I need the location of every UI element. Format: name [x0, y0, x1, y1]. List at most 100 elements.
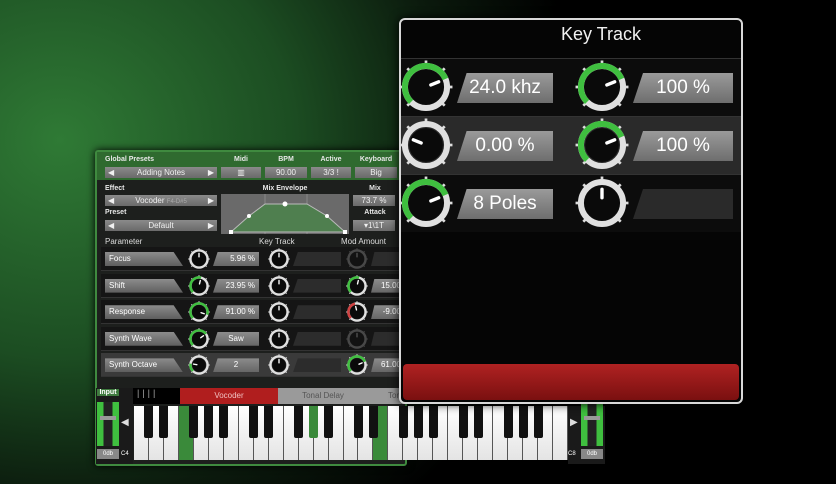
black-key[interactable] [204, 406, 214, 438]
black-key[interactable] [518, 406, 528, 438]
keytrack-right-value[interactable] [633, 189, 733, 219]
black-key[interactable] [264, 406, 274, 438]
keytrack-right-value[interactable]: 100 % [633, 73, 733, 103]
input-db-readout: 0db [97, 449, 119, 459]
global-presets-label: Global Presets [105, 156, 155, 163]
global-preset-value: Adding Notes [136, 168, 186, 177]
param-label: Response [105, 305, 183, 320]
black-key[interactable] [249, 406, 259, 438]
attack-value: 1\1T [368, 221, 385, 230]
effect-label: Effect [105, 185, 125, 192]
input-label: Input [97, 389, 119, 396]
black-key[interactable] [189, 406, 199, 438]
param-label: Focus [105, 252, 183, 266]
output-db-readout: 0db [581, 449, 603, 459]
octave-left-arrow[interactable]: ◀ [121, 417, 129, 428]
param-knob[interactable] [188, 328, 210, 350]
black-key[interactable] [219, 406, 229, 438]
black-key[interactable] [324, 406, 334, 438]
keytrack-left-knob[interactable] [399, 60, 453, 114]
black-key[interactable] [428, 406, 438, 438]
preset-label: Preset [105, 209, 127, 216]
param-value[interactable]: 91.00 % [213, 305, 259, 320]
keytrack-right-knob[interactable] [575, 60, 629, 114]
keytrack-left-value[interactable]: 8 Poles [457, 189, 553, 219]
param-knob[interactable] [188, 248, 210, 270]
effect-select[interactable]: ◀ Vocoder F4-D#5 ▶ [105, 195, 217, 206]
black-key[interactable] [473, 406, 483, 438]
black-key[interactable] [159, 406, 169, 438]
output-level-slider[interactable] [581, 402, 603, 446]
piano-keyboard[interactable] [134, 406, 568, 460]
black-key[interactable] [398, 406, 408, 438]
effect-range: F4-D#5 [166, 199, 187, 205]
keytrack-knob[interactable] [268, 274, 290, 297]
black-key[interactable] [353, 406, 363, 438]
input-level-slider[interactable] [97, 402, 119, 446]
keytrack-left-knob[interactable] [399, 118, 453, 172]
param-label: Synth Octave [105, 358, 183, 373]
high-note-label: C8 [568, 451, 576, 457]
attack-label: Attack [364, 209, 386, 216]
midi-button[interactable]: ▥ [221, 167, 261, 178]
keytrack-knob[interactable] [268, 301, 290, 323]
black-key[interactable] [413, 406, 423, 438]
bpm-field[interactable]: 90.00 [265, 167, 307, 178]
keytrack-header: Key Track [259, 237, 295, 246]
param-knob[interactable] [188, 354, 210, 376]
tab-scroll-handle[interactable]: |||| [133, 388, 180, 404]
mix-label: Mix [369, 185, 381, 192]
mod-knob[interactable] [346, 248, 368, 270]
black-key[interactable] [458, 406, 468, 438]
black-key[interactable] [503, 406, 513, 438]
keytrack-field [293, 331, 341, 346]
param-value[interactable]: 23.95 % [213, 278, 259, 293]
mod-knob[interactable] [346, 301, 368, 323]
param-label: Synth Wave [105, 331, 183, 346]
mod-amount-header: Mod Amount [341, 237, 386, 246]
active-value: 3/3 [323, 168, 335, 177]
param-value[interactable]: 2 [213, 358, 259, 373]
bpm-label: BPM [278, 156, 294, 163]
tab-tonal-delay[interactable]: Tonal Delay [278, 388, 368, 404]
keytrack-field [293, 358, 341, 373]
keyboard-size-field[interactable]: Big [355, 167, 397, 178]
black-key[interactable] [368, 406, 378, 438]
octave-right-arrow[interactable]: ▶ [570, 417, 578, 428]
keytrack-right-knob[interactable] [575, 176, 629, 230]
preset-value: Default [148, 221, 174, 230]
black-key[interactable] [144, 406, 154, 438]
attack-select[interactable]: ▾1\1T [353, 220, 395, 231]
param-label: Shift [105, 278, 183, 293]
keytrack-field [293, 305, 341, 320]
keytrack-knob[interactable] [268, 328, 290, 350]
effect-value: Vocoder [135, 196, 165, 205]
black-key[interactable] [533, 406, 543, 438]
black-key[interactable] [309, 406, 319, 438]
keytrack-right-knob[interactable] [575, 118, 629, 172]
active-field[interactable]: 3/3 ! [311, 167, 351, 178]
keytrack-left-value[interactable]: 0.00 % [457, 131, 553, 161]
keytrack-knob[interactable] [268, 354, 290, 376]
keytrack-panel: Key Track 24.0 khz 100 % 0.00 % 100 % 8 Pole… [399, 18, 743, 404]
mix-field[interactable]: 73.7 % [353, 195, 395, 206]
keytrack-left-value[interactable]: 24.0 khz [457, 73, 553, 103]
white-key[interactable] [553, 406, 568, 460]
low-note-label: C4 [121, 451, 129, 457]
param-value[interactable]: 5.96 % [213, 252, 259, 266]
active-label: Active [320, 156, 342, 163]
keytrack-knob[interactable] [268, 248, 290, 270]
mod-knob[interactable] [346, 274, 368, 297]
param-value[interactable]: Saw [213, 331, 259, 346]
keytrack-left-knob[interactable] [399, 176, 453, 230]
mix-envelope-graph[interactable] [221, 194, 349, 234]
mod-knob[interactable] [346, 354, 368, 376]
tab-vocoder[interactable]: Vocoder [180, 388, 278, 404]
preset-select[interactable]: ◀ Default ▶ [105, 220, 217, 231]
global-preset-select[interactable]: ◀ Adding Notes ▶ [105, 167, 217, 178]
param-knob[interactable] [188, 274, 210, 297]
keytrack-right-value[interactable]: 100 % [633, 131, 733, 161]
param-knob[interactable] [188, 301, 210, 323]
black-key[interactable] [294, 406, 304, 438]
mod-knob[interactable] [346, 328, 368, 350]
